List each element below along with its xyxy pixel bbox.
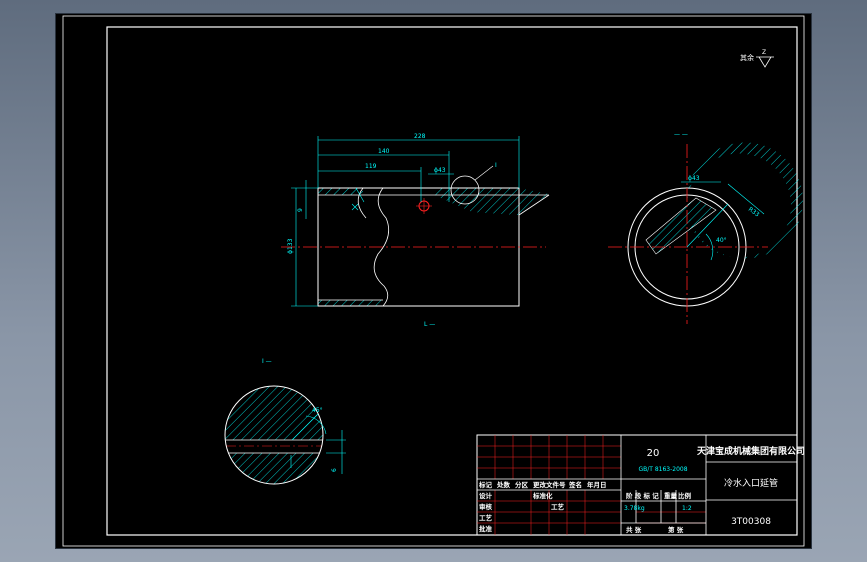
company-name: 天津宝成机械集团有限公司 <box>697 445 805 457</box>
hdr-change-doc: 更改文件号 <box>533 480 566 489</box>
main-dimensions <box>291 136 520 307</box>
detail-hatch-top <box>225 386 323 440</box>
title-block: 20 GB/T 8163-2008 天津宝成机械集团有限公司 冷水入口延管 3T… <box>476 434 805 536</box>
row-approve: 批准 <box>479 524 493 533</box>
row-review: 审核 <box>479 502 493 511</box>
dim-119: 119 <box>365 163 377 170</box>
roughness-symbol-icon <box>756 56 774 68</box>
process-label: 工艺 <box>551 502 565 511</box>
end-radius: R33 <box>747 206 761 219</box>
hdr-mark: 标记 <box>478 480 493 489</box>
material-standard: GB/T 8163-2008 <box>638 466 687 473</box>
view-label-below: L — <box>424 321 435 328</box>
standardize-label: 标准化 <box>532 491 553 500</box>
drawing-number: 3T00308 <box>731 517 771 527</box>
material: 20 <box>647 448 660 459</box>
row-design: 设计 <box>479 491 493 500</box>
hdr-count: 处数 <box>496 480 511 489</box>
hatch-top-left <box>318 188 363 195</box>
inner-border <box>106 26 798 536</box>
view-label-bottom-left: I — <box>262 358 272 365</box>
cad-drawing: 其余 Z I 228 140 119 ϕ43 9 ϕ133 L — — — ϕ4… <box>62 15 805 547</box>
roughness-label: 其余 <box>740 53 754 62</box>
detail-leader <box>474 165 494 181</box>
drawing-sheet: 其余 Z I 228 140 119 ϕ43 9 ϕ133 L — — — ϕ4… <box>56 14 811 548</box>
detail-ref-label: I <box>495 162 497 169</box>
scale-value: 1:2 <box>682 505 692 512</box>
end-angle: 40° <box>716 237 727 244</box>
weight-value: 3.78kg <box>624 505 645 512</box>
detail-view: I — 45° 6 <box>224 358 346 485</box>
row-process: 工艺 <box>479 513 493 522</box>
sheet-no: 第 张 <box>668 525 684 534</box>
stage-label: 阶 段 标 记 <box>626 491 659 500</box>
hdr-sign: 签名 <box>568 480 582 489</box>
end-slot-hatch <box>645 197 717 255</box>
dim-overall-length: 228 <box>414 133 426 140</box>
weight-label: 重量 <box>664 491 678 500</box>
hatch-bottom <box>318 300 383 306</box>
detail-dim-6: 6 <box>331 468 338 472</box>
hdr-date: 年月日 <box>587 480 607 489</box>
sheets-total: 共 张 <box>626 525 642 534</box>
roughness-symbol-text: Z <box>762 49 766 56</box>
dim-outer-dia: ϕ133 <box>287 238 294 254</box>
main-section-view: I 228 140 119 ϕ43 9 ϕ133 L — <box>281 133 550 328</box>
part-name: 冷水入口延管 <box>724 477 778 489</box>
roughness-note: 其余 Z <box>740 49 774 68</box>
dim-140: 140 <box>378 148 390 155</box>
revision-header: 标记 处数 分区 更改文件号 签名 年月日 <box>478 480 607 489</box>
outer-border <box>62 15 805 547</box>
dim-hole-dia: ϕ43 <box>434 167 446 174</box>
dim-height-9: 9 <box>297 208 304 212</box>
end-view: — — ϕ43 R33 40° <box>608 131 803 324</box>
scale-label: 比例 <box>678 491 692 500</box>
view-label-top-right: — — <box>674 131 688 138</box>
end-view-hatch <box>687 142 803 259</box>
detail-angle: 45° <box>312 407 323 414</box>
hdr-zone: 分区 <box>515 480 529 489</box>
end-hole-dia: ϕ43 <box>688 175 700 182</box>
